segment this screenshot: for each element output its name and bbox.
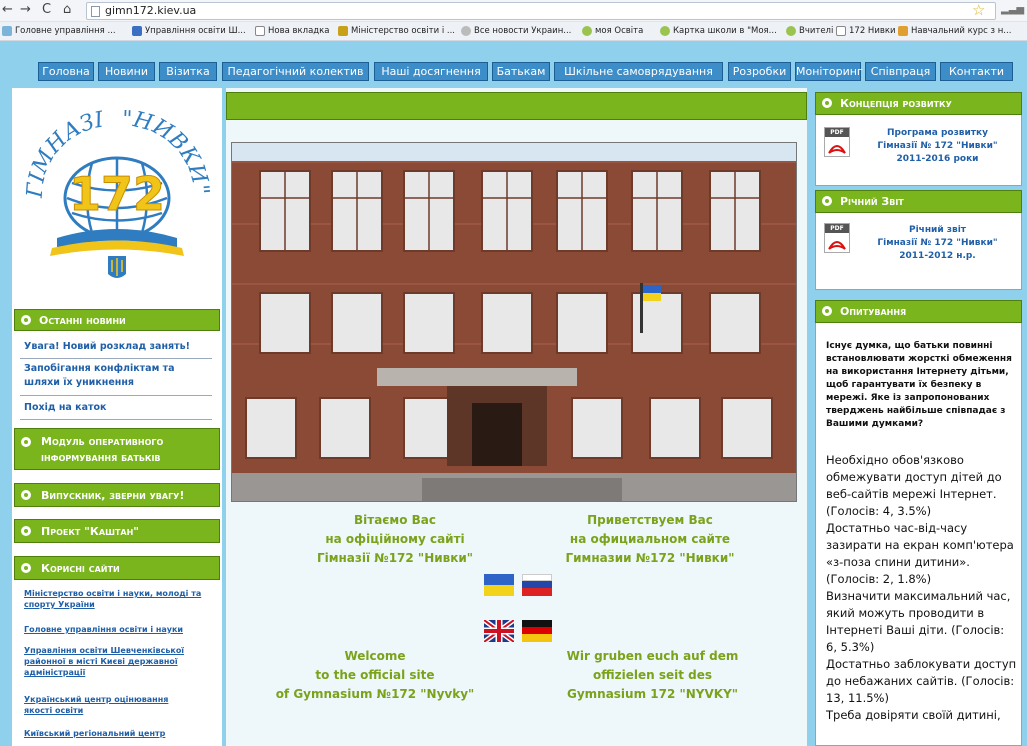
- useful-site-link[interactable]: Київський регіональний центр: [24, 728, 199, 739]
- globe-icon: [2, 26, 12, 36]
- ukrainian-flag-icon[interactable]: [484, 574, 514, 596]
- bullet-icon: [21, 526, 31, 536]
- bookmark-item[interactable]: 172 Нивки: [836, 26, 896, 36]
- bullet-icon: [21, 490, 31, 500]
- bookmarks-bar: Головне управління ... Управління освіти…: [0, 22, 1027, 41]
- poll-answers: Необхідно обов'язково обмежувати доступ …: [826, 452, 1018, 724]
- site-icon: [660, 26, 670, 36]
- nav-self-government[interactable]: Шкільне самоврядування: [554, 62, 723, 81]
- concept-header: Концепція розвитку: [815, 92, 1022, 115]
- nav-contacts[interactable]: Контакти: [940, 62, 1013, 81]
- bookmark-item[interactable]: Головне управління ...: [2, 26, 116, 36]
- bookmark-item[interactable]: Міністерство освіти і ...: [338, 26, 455, 36]
- german-flag-icon[interactable]: [522, 620, 552, 642]
- url-text: gimn172.kiev.ua: [105, 4, 197, 17]
- bullet-icon: [822, 196, 832, 206]
- page-icon: [91, 6, 100, 17]
- graduate-button[interactable]: Випускник, зверни увагу!: [14, 483, 220, 507]
- report-header: Річний Звіт: [815, 190, 1022, 213]
- useful-site-link[interactable]: Управління освіти Шевченківської районно…: [24, 645, 204, 678]
- signal-icon: ▂▃▅: [1001, 4, 1025, 15]
- bookmark-item[interactable]: Управління освіти Ш...: [132, 26, 246, 36]
- poll-header: Опитування: [815, 300, 1022, 323]
- nav-achievements[interactable]: Наші досягнення: [374, 62, 488, 81]
- divider: [20, 395, 212, 396]
- site-icon: [582, 26, 592, 36]
- pdf-icon[interactable]: PDF: [824, 127, 850, 157]
- poll-option[interactable]: Визначити максимальний час, який можуть …: [826, 588, 1018, 656]
- poll-question: Існує думка, що батьки повинні встановлю…: [826, 341, 1012, 429]
- site-icon: [132, 26, 142, 36]
- nav-news[interactable]: Новини: [98, 62, 155, 81]
- nav-monitoring[interactable]: Моніторинг: [795, 62, 863, 81]
- bookmark-item[interactable]: Картка школи в "Моя...: [660, 26, 777, 36]
- useful-site-link[interactable]: Міністерство освіти і науки, молоді та с…: [24, 588, 209, 610]
- content-header-bar: [226, 92, 807, 120]
- school-logo[interactable]: ГІМНАЗІЯ "НИВКИ" 172: [2, 69, 222, 298]
- bookmark-star-icon[interactable]: ☆: [972, 1, 985, 19]
- greeting-russian: Приветствуем Вас на официальном сайте Ги…: [565, 513, 735, 565]
- news-link[interactable]: Похід на каток: [24, 401, 204, 415]
- page-icon: [836, 26, 846, 36]
- bullet-icon: [21, 437, 31, 447]
- forward-icon[interactable]: →: [20, 2, 31, 17]
- useful-sites-header: Корисні сайти: [14, 556, 220, 580]
- poll-option[interactable]: Необхідно обов'язково обмежувати доступ …: [826, 452, 1018, 520]
- site-icon: [461, 26, 471, 36]
- bullet-icon: [21, 315, 31, 325]
- bookmark-item[interactable]: Нова вкладка: [255, 26, 330, 36]
- site-icon: [786, 26, 796, 36]
- bookmark-item[interactable]: моя Освіта: [582, 26, 643, 36]
- divider: [20, 419, 212, 420]
- development-program-link[interactable]: Програма розвитку Гімназії № 172 "Нивки"…: [855, 127, 1020, 166]
- address-bar[interactable]: gimn172.kiev.ua: [86, 2, 996, 20]
- greeting-german: Wir gruben euch auf dem offizielen seit …: [566, 649, 739, 701]
- useful-site-link[interactable]: Український центр оцінювання якості осві…: [24, 694, 199, 716]
- poll-option[interactable]: Достатньо заблокувати доступ до небажани…: [826, 656, 1018, 707]
- poll-option[interactable]: Треба довіряти своїй дитині,: [826, 707, 1018, 724]
- latest-news-header: Останні новини: [14, 309, 220, 331]
- nav-teachers[interactable]: Педагогічний колектив: [222, 62, 369, 81]
- page-icon: [255, 26, 265, 36]
- nav-cooperation[interactable]: Співпраця: [865, 62, 936, 81]
- bullet-icon: [822, 306, 832, 316]
- building-image: [232, 143, 796, 501]
- nav-developments[interactable]: Розробки: [728, 62, 791, 81]
- divider: [20, 358, 212, 359]
- back-icon[interactable]: ←: [2, 2, 13, 17]
- bullet-icon: [822, 98, 832, 108]
- reload-icon[interactable]: C: [42, 2, 51, 17]
- site-icon: [898, 26, 908, 36]
- logo-number: 172: [69, 167, 165, 221]
- bookmark-item[interactable]: Навчальний курс з н...: [898, 26, 1011, 36]
- logo-emblem: ГІМНАЗІЯ "НИВКИ" 172: [2, 69, 213, 278]
- project-kashtan-button[interactable]: Проект "Каштан": [14, 519, 220, 543]
- uk-flag-icon[interactable]: [484, 620, 514, 642]
- news-link[interactable]: Запобігання конфліктам та шляхи їх уникн…: [24, 362, 204, 390]
- useful-site-link[interactable]: Головне управління освіти і науки: [24, 624, 214, 635]
- greeting-ukrainian: Вітаємо Вас на офіційному сайті Гімназії…: [316, 513, 474, 565]
- poll-option[interactable]: Достатньо час-від-часу зазирати на екран…: [826, 520, 1018, 588]
- news-link[interactable]: Увага! Новий розклад занять!: [24, 340, 214, 354]
- russian-flag-icon[interactable]: [522, 574, 552, 596]
- annual-report-link[interactable]: Річний звіт Гімназії № 172 "Нивки" 2011-…: [855, 224, 1020, 263]
- bullet-icon: [21, 563, 31, 573]
- nav-visit-card[interactable]: Візитка: [159, 62, 217, 81]
- school-building-photo: [231, 142, 797, 502]
- parents-info-module-button[interactable]: Модуль оперативного інформування батьків: [14, 428, 220, 470]
- nav-parents[interactable]: Батькам: [492, 62, 550, 81]
- bookmark-item[interactable]: Все новости Украин...: [461, 26, 571, 36]
- greeting-english: Welcome to the official site of Gymnasiu…: [275, 649, 475, 701]
- browser-toolbar: ← → C ⌂ gimn172.kiev.ua ☆ ▂▃▅: [0, 0, 1027, 22]
- home-icon[interactable]: ⌂: [63, 2, 71, 17]
- pdf-icon[interactable]: PDF: [824, 223, 850, 253]
- site-icon: [338, 26, 348, 36]
- nav-home[interactable]: Головна: [38, 62, 94, 81]
- bookmark-item[interactable]: Вчителі: [786, 26, 833, 36]
